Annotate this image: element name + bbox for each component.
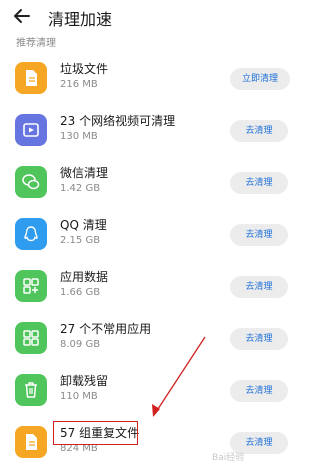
annotation-highlight-box (53, 421, 138, 445)
app-data-icon (15, 270, 47, 302)
list-item-uninstall-residue[interactable]: 卸载残留 110 MB 去清理 (0, 365, 302, 416)
item-size: 1.42 GB (60, 183, 101, 194)
list-item-qq[interactable]: QQ 清理 2.15 GB 去清理 (0, 209, 302, 260)
item-size: 8.09 GB (60, 339, 101, 350)
top-bar: 清理加速 (0, 0, 302, 34)
go-clean-button[interactable]: 去清理 (230, 224, 288, 246)
arrow-left-icon[interactable] (10, 4, 34, 28)
list-item-online-videos[interactable]: 23 个网络视频可清理 130 MB 去清理 (0, 105, 302, 156)
duplicate-file-icon (15, 426, 47, 458)
item-size: 2.15 GB (60, 235, 101, 246)
list-item-junk-files[interactable]: 垃圾文件 216 MB 立即清理 (0, 53, 302, 104)
item-name: 卸载残留 (60, 374, 109, 388)
item-name: 应用数据 (60, 270, 109, 284)
list-item-app-data[interactable]: 应用数据 1.66 GB 去清理 (0, 261, 302, 312)
item-size: 130 MB (60, 131, 98, 142)
wechat-icon (15, 166, 47, 198)
trash-icon (15, 374, 47, 406)
go-clean-button[interactable]: 去清理 (230, 276, 288, 298)
list-item-unused-apps[interactable]: 27 个不常用应用 8.09 GB 去清理 (0, 313, 302, 364)
item-name: 垃圾文件 (60, 62, 109, 76)
go-clean-button[interactable]: 去清理 (230, 328, 288, 350)
item-name: QQ 清理 (60, 218, 107, 232)
item-size: 216 MB (60, 79, 98, 90)
item-size: 110 MB (60, 391, 98, 402)
section-label: 推荐清理 (16, 38, 56, 49)
apps-grid-icon (15, 322, 47, 354)
item-name: 微信清理 (60, 166, 109, 180)
page-title: 清理加速 (48, 10, 113, 29)
go-clean-button[interactable]: 去清理 (230, 380, 288, 402)
item-name: 23 个网络视频可清理 (60, 114, 176, 128)
video-icon (15, 114, 47, 146)
go-clean-button[interactable]: 去清理 (230, 172, 288, 194)
item-size: 1.66 GB (60, 287, 101, 298)
go-clean-button[interactable]: 去清理 (230, 120, 288, 142)
watermark: Bai经验 (212, 453, 245, 463)
qq-icon (15, 218, 47, 250)
item-name: 27 个不常用应用 (60, 322, 152, 336)
list-item-wechat[interactable]: 微信清理 1.42 GB 去清理 (0, 157, 302, 208)
list-item-duplicate-files[interactable]: 57 组重复文件 824 MB 去清理 (0, 417, 302, 468)
clean-now-button[interactable]: 立即清理 (230, 68, 290, 90)
document-icon (15, 62, 47, 94)
